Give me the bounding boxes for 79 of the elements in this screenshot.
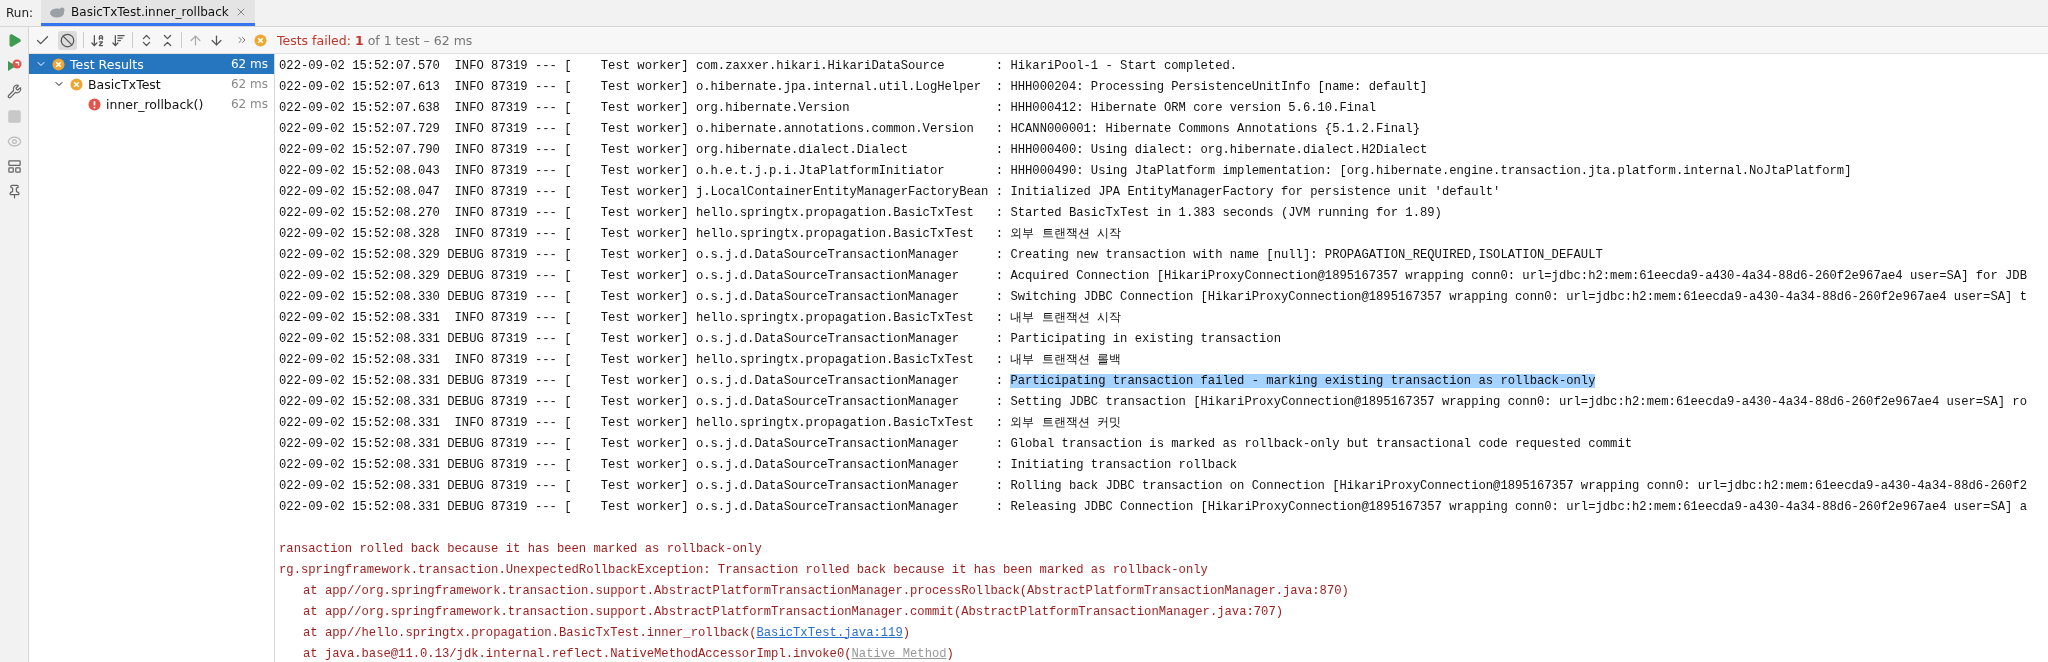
tree-item-label: inner_rollback() (106, 96, 204, 112)
log-prefix: 022-09-02 15:52:08.331 INFO 87319 --- [ Test worker] hello.springtx.propagation.BasicTxTest : (279, 352, 1004, 367)
tree-item[interactable]: inner_rollback() 62 ms (29, 94, 274, 114)
error-icon (88, 97, 101, 111)
log-prefix: 022-09-02 15:52:08.331 DEBUG 87319 --- [ Test worker] o.s.j.d.DataSourceTransactionManager : (279, 457, 1004, 472)
log-prefix: 022-09-02 15:52:08.270 INFO 87319 --- [ Test worker] hello.springtx.propagation.BasicTxTest : (279, 205, 1004, 220)
log-message: Initialized JPA EntityManagerFactory for persistence unit 'default' (1010, 184, 1501, 199)
duration: 62 ms (230, 77, 268, 91)
log-message: 내부 트랜잭션 시작 (1010, 310, 1121, 326)
log-prefix: 022-09-02 15:52:08.047 INFO 87319 --- [ Test worker] j.LocalContainerEntityManagerFactoryBean : (279, 184, 1004, 199)
log-message: Global transaction is marked as rollback-only but transactional code requested commit (1010, 436, 1633, 451)
log-message: Creating new transaction with name [null]: PROPAGATION_REQUIRED,ISOLATION_DEFAULT (1010, 247, 1603, 262)
log-prefix: 022-09-02 15:52:08.329 DEBUG 87319 --- [ Test worker] o.s.j.d.DataSourceTransactionManager : (279, 247, 1004, 262)
log-prefix: 022-09-02 15:52:08.331 INFO 87319 --- [ Test worker] hello.springtx.propagation.BasicTxTest : (279, 310, 1004, 325)
sort-alphabetical-icon[interactable] (90, 32, 105, 48)
log-prefix: 022-09-02 15:52:07.729 INFO 87319 --- [ Test worker] o.hibernate.annotations.common.Version : (279, 121, 1004, 136)
log-prefix: 022-09-02 15:52:08.331 DEBUG 87319 --- [ Test worker] o.s.j.d.DataSourceTransactionManager : (279, 331, 1004, 346)
stack-frame: at app//org.springframework.transaction.support.AbstractPlatformTransactionManager.processRollback(AbstractPlatformTransactionManager.java:870) (303, 583, 1349, 598)
log-prefix: 022-09-02 15:52:07.638 INFO 87319 --- [ Test worker] org.hibernate.Version : (279, 100, 1004, 115)
more-icon[interactable] (236, 34, 248, 46)
log-message: HikariPool-1 - Start completed. (1010, 58, 1238, 73)
stack-frame: at app//hello.springtx.propagation.BasicTxTest.inner_rollback(BasicTxTest.java:119) (303, 625, 911, 640)
stack-frame: at app//org.springframework.transaction.support.AbstractPlatformTransactionManager.commit(AbstractPlatformTransactionManager.java:707) (303, 604, 1284, 619)
log-prefix: 022-09-02 15:52:08.329 DEBUG 87319 --- [ Test worker] o.s.j.d.DataSourceTransactionManager : (279, 268, 1004, 283)
log-message: 외부 트랜잭션 시작 (1010, 226, 1121, 242)
log-message: HHH000490: Using JtaPlatform implementation: [org.hibernate.engine.transaction.jta.platform.internal.NoJtaPlatform] (1010, 163, 1852, 178)
error-text: ransaction rolled back because it has been marked as rollback-only (279, 541, 762, 556)
log-message: Initiating transaction rollback (1010, 457, 1238, 472)
log-prefix: 022-09-02 15:52:08.331 INFO 87319 --- [ Test worker] hello.springtx.propagation.BasicTxTest : (279, 415, 1004, 430)
ban-icon (60, 32, 75, 48)
duration: 62 ms (230, 97, 268, 111)
failed-icon (70, 77, 83, 91)
log-message: Acquired Connection [HikariProxyConnection@1895167357 wrapping conn0: url=jdbc:h2:mem:61eecda9-a430-4a34-88d6-260f2e967ae4 user=SA] for JDB (1010, 268, 2027, 283)
tree-item[interactable]: Test Results 62 ms (29, 54, 274, 74)
run-tab[interactable]: BasicTxTest.inner_rollback (41, 0, 255, 26)
log-message: Participating in existing transaction (1010, 331, 1281, 346)
log-message: HCANN000001: Hibernate Commons Annotations {5.1.2.Final} (1010, 121, 1420, 136)
arrow-down-icon[interactable] (209, 32, 224, 48)
show-ignored-button[interactable] (58, 30, 77, 50)
log-prefix: 022-09-02 15:52:08.331 DEBUG 87319 --- [ Test worker] o.s.j.d.DataSourceTransactionManager : (279, 499, 1004, 514)
log-prefix: 022-09-02 15:52:08.331 DEBUG 87319 --- [ Test worker] o.s.j.d.DataSourceTransactionManager : (279, 436, 1004, 451)
log-prefix: 022-09-02 15:52:07.790 INFO 87319 --- [ Test worker] org.hibernate.dialect.Dialect : (279, 142, 1004, 157)
log-prefix: 022-09-02 15:52:08.331 DEBUG 87319 --- [ Test worker] o.s.j.d.DataSourceTransactionManager : (279, 373, 1004, 388)
log-message: Participating transaction failed - marking existing transaction as rollback-only (1010, 373, 1596, 388)
duration: 62 ms (230, 57, 268, 71)
log-prefix: 022-09-02 15:52:07.613 INFO 87319 --- [ Test worker] o.hibernate.jpa.internal.util.LogHelper : (279, 79, 1004, 94)
log-message: Releasing JDBC Connection [HikariProxyConnection@1895167357 wrapping conn0: url=jdbc:h2:mem:61eecda9-a430-4a34-88d6-260f2e967ae4 user=SA] a (1010, 499, 2027, 514)
log-prefix: 022-09-02 15:52:08.331 DEBUG 87319 --- [ Test worker] o.s.j.d.DataSourceTransactionManager : (279, 478, 1004, 493)
failed-icon (52, 57, 65, 71)
log-message: Setting JDBC transaction [HikariProxyConnection@1895167357 wrapping conn0: url=jdbc:h2:mem:61eecda9-a430-4a34-88d6-260f2e967ae4 user=SA] ro (1010, 394, 2027, 409)
log-message: 내부 트랜잭션 롤백 (1010, 352, 1121, 368)
log-prefix: 022-09-02 15:52:08.043 INFO 87319 --- [ Test worker] o.h.e.t.j.p.i.JtaPlatformInitiator : (279, 163, 1004, 178)
log-message: 외부 트랜잭션 커밋 (1010, 415, 1121, 431)
rerun-failed-icon[interactable] (6, 58, 22, 74)
log-prefix: 022-09-02 15:52:08.330 DEBUG 87319 --- [ Test worker] o.s.j.d.DataSourceTransactionManager : (279, 289, 1004, 304)
log-prefix: 022-09-02 15:52:08.328 INFO 87319 --- [ Test worker] hello.springtx.propagation.BasicTxTest : (279, 226, 1004, 241)
log-message: Rolling back JDBC transaction on Connection [HikariProxyConnection@1895167357 wrapping conn0: url=jdbc:h2:mem:61eecda9-a430-4a34-88d6-260f2 (1010, 478, 2027, 493)
log-message: Switching JDBC Connection [HikariProxyConnection@1895167357 wrapping conn0: url=jdbc:h2:mem:61eecda9-a430-4a34-88d6-260f2e967ae4 user=SA] t (1010, 289, 2027, 304)
run-icon[interactable] (6, 33, 22, 48)
stack-frame: at java.base@11.0.13/jdk.internal.reflect.NativeMethodAccessorImpl.invoke0(Native Method) (303, 646, 954, 661)
pin-icon[interactable] (6, 184, 22, 199)
tree-item-label: BasicTxTest (88, 76, 161, 92)
tab-title: BasicTxTest.inner_rollback (71, 4, 229, 19)
sort-duration-icon[interactable] (111, 32, 126, 48)
test-status: Tests failed: 1 of 1 test – 62 ms (277, 32, 473, 48)
tree-item[interactable]: BasicTxTest 62 ms (29, 74, 274, 94)
log-prefix: 022-09-02 15:52:07.570 INFO 87319 --- [ Test worker] com.zaxxer.hikari.HikariDataSource : (279, 58, 1004, 73)
log-prefix: 022-09-02 15:52:08.331 DEBUG 87319 --- [ Test worker] o.s.j.d.DataSourceTransactionManager : (279, 394, 1004, 409)
log-message: HHH000412: Hibernate ORM core version 5.6.10.Final (1010, 100, 1377, 115)
wrench-icon[interactable] (6, 84, 22, 99)
log-message: HHH000204: Processing PersistenceUnitInfo [name: default] (1010, 79, 1428, 94)
log-message: HHH000400: Using dialect: org.hibernate.dialect.H2Dialect (1010, 142, 1428, 157)
failed-icon (254, 33, 267, 47)
run-label: Run: (5, 5, 35, 22)
source-link[interactable]: BasicTxTest.java:119 (756, 625, 903, 640)
layout-icon[interactable] (6, 159, 22, 174)
tree-item-label: Test Results (70, 56, 144, 72)
log-message: Started BasicTxTest in 1.383 seconds (JVM running for 1.89) (1010, 205, 1442, 220)
error-text: rg.springframework.transaction.UnexpectedRollbackException: Transaction rolled back because it has been marked as rollback-only (279, 562, 1208, 577)
